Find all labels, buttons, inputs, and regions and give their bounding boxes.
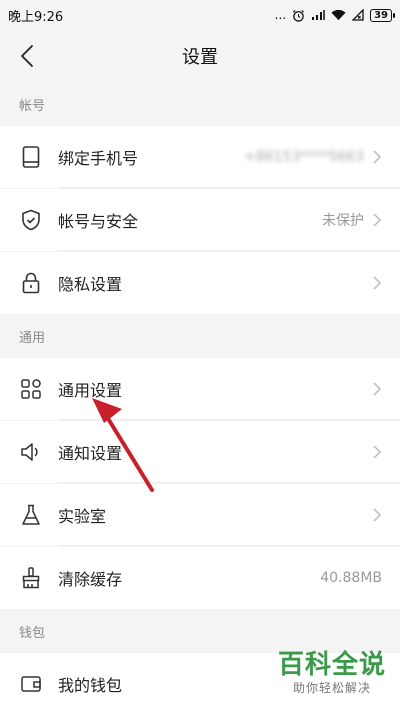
back-button[interactable] [12, 40, 42, 72]
flask-icon [20, 504, 42, 526]
security-status-value: 未保护 [322, 213, 364, 229]
section-header-account: 帐号 [0, 82, 400, 126]
phone-icon [20, 146, 42, 168]
battery-indicator: 39 [370, 8, 395, 22]
chevron-right-icon [373, 150, 382, 164]
signal-x-icon [352, 9, 364, 21]
speaker-icon [20, 441, 42, 463]
row-general-settings[interactable]: 通用设置 [0, 358, 400, 420]
signal-icon [312, 10, 325, 20]
section-header-wallet: 钱包 [0, 609, 400, 653]
cache-size-value: 40.88MB [320, 570, 382, 586]
row-label: 通知设置 [58, 444, 123, 463]
watermark-logo: 百科全说 助你轻松解决 [278, 650, 386, 696]
grid-icon [20, 378, 42, 400]
section-header-general: 通用 [0, 314, 400, 358]
row-notification-settings[interactable]: 通知设置 [0, 421, 400, 483]
row-bind-phone[interactable]: 绑定手机号 +86153****5663 [0, 126, 400, 188]
broom-icon [20, 567, 42, 589]
row-label: 帐号与安全 [58, 212, 139, 231]
watermark-title: 百科全说 [277, 650, 386, 680]
status-bar: 晚上9:26 ... 39 [0, 0, 400, 30]
divider [58, 419, 400, 420]
wifi-icon [331, 9, 346, 21]
watermark-subtitle: 助你轻松解决 [292, 681, 371, 695]
row-label: 绑定手机号 [58, 149, 139, 168]
wallet-icon [20, 673, 42, 695]
row-label: 通用设置 [58, 381, 123, 400]
row-label: 我的钱包 [58, 676, 123, 695]
row-clear-cache[interactable]: 清除缓存 40.88MB [0, 547, 400, 609]
alarm-icon [293, 9, 305, 22]
divider [58, 250, 400, 251]
chevron-right-icon [373, 508, 382, 522]
chevron-right-icon [373, 382, 382, 396]
chevron-right-icon [373, 213, 382, 227]
chevron-right-icon [373, 445, 382, 459]
more-dots-icon: ... [274, 8, 287, 22]
page-title: 设置 [182, 47, 218, 68]
divider [58, 545, 400, 546]
row-label: 隐私设置 [58, 275, 123, 294]
row-privacy-settings[interactable]: 隐私设置 [0, 252, 400, 314]
row-laboratory[interactable]: 实验室 [0, 484, 400, 546]
row-account-security[interactable]: 帐号与安全 未保护 [0, 189, 400, 251]
row-label: 清除缓存 [58, 570, 123, 589]
row-label: 实验室 [58, 507, 107, 526]
divider [58, 187, 400, 188]
status-time: 晚上9:26 [8, 9, 64, 25]
back-arrow-icon [21, 45, 33, 67]
divider [58, 482, 400, 483]
lock-icon [20, 272, 42, 294]
chevron-right-icon [373, 276, 382, 290]
app-header: 设置 [0, 30, 400, 82]
status-icons: ... 39 [274, 8, 395, 22]
phone-number-value: +86153****5663 [244, 149, 364, 165]
shield-icon [20, 209, 42, 231]
